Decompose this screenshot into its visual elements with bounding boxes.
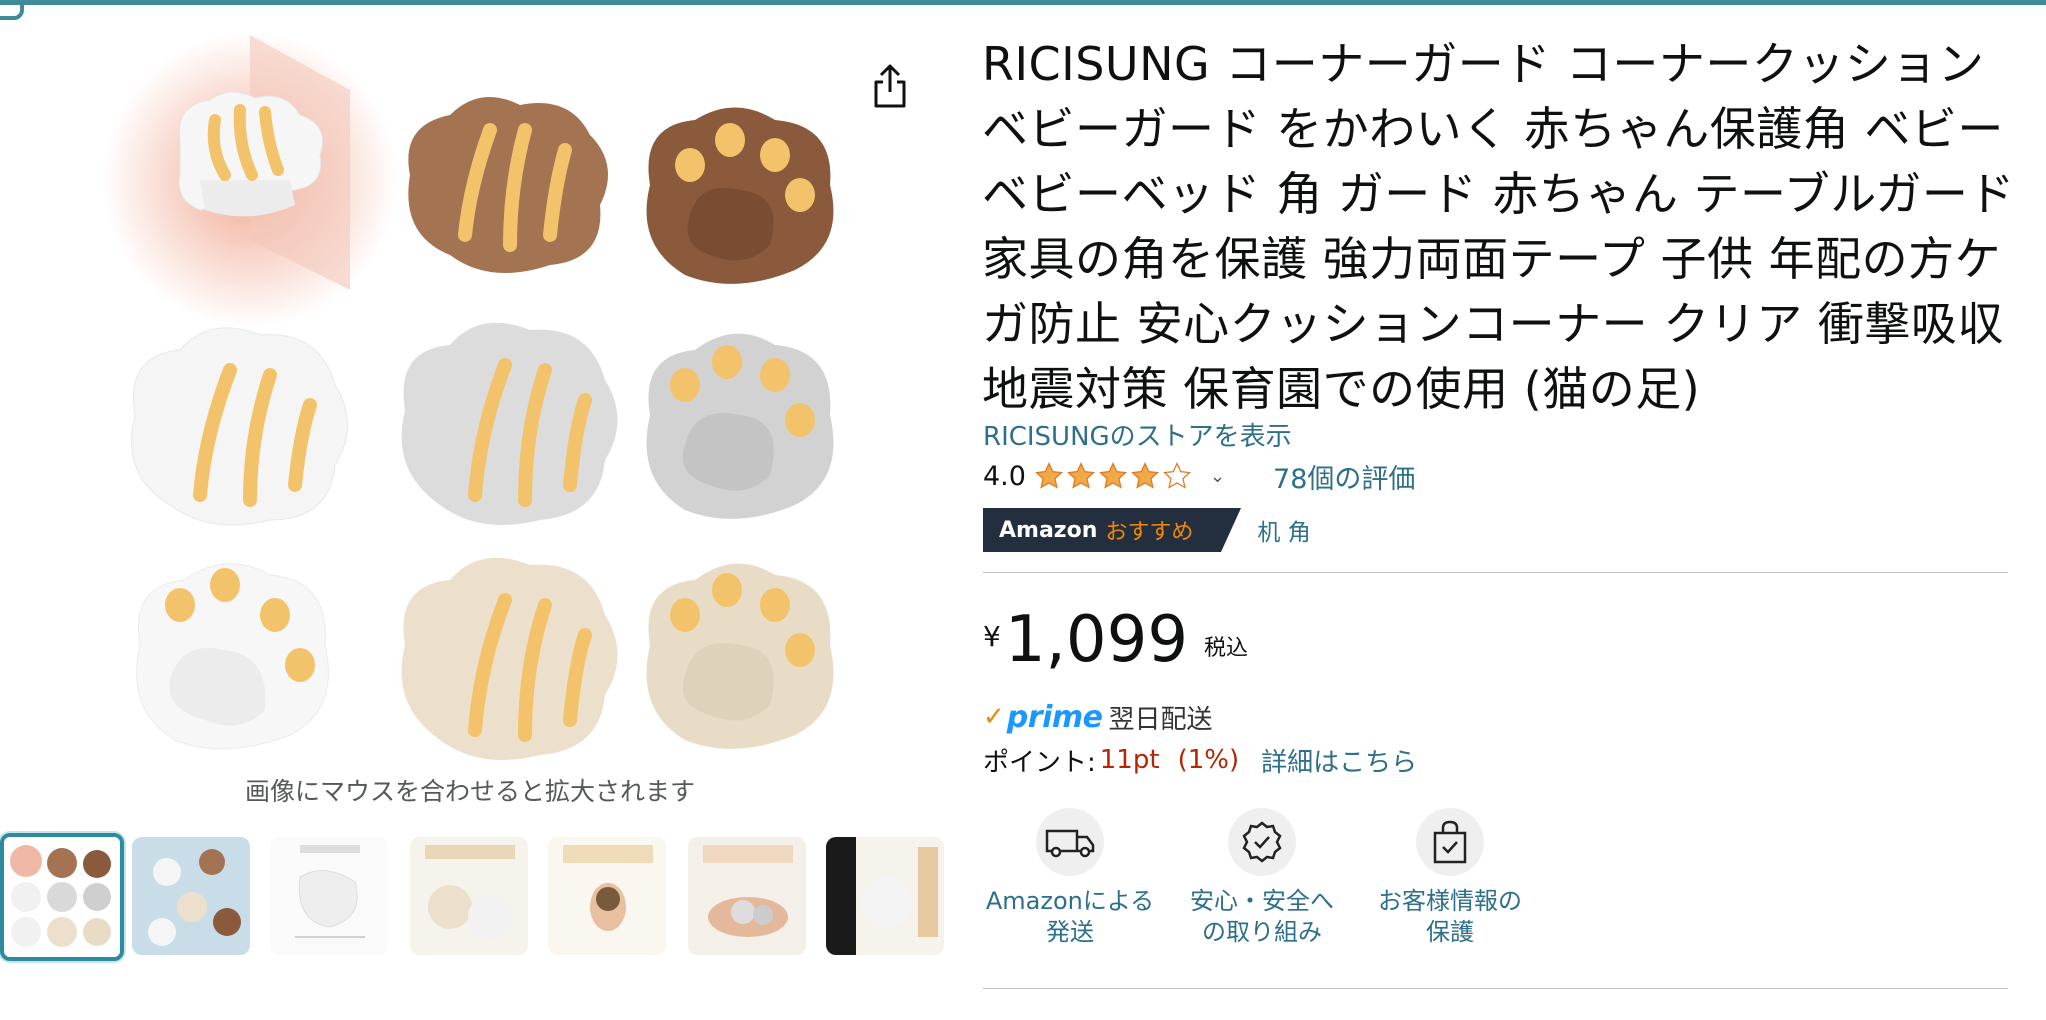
paw-brown-striped [408,97,608,273]
thumbnail-5[interactable] [548,837,666,955]
main-product-image[interactable] [100,30,860,760]
points-label: ポイント: [983,747,1096,778]
store-link[interactable]: RICISUNGのストアを表示 [983,416,1292,453]
product-title: RICISUNG コーナーガード コーナークッション ベビーガード をかわいく … [982,37,2015,416]
feature-amazon-shipping[interactable]: Amazonによる 発送 [970,808,1170,948]
star-full-icon [1067,462,1095,489]
rating-row: 4.0 ⌄ 78個の評価 [983,456,1415,496]
star-full-icon [1131,462,1159,489]
divider [983,572,2008,573]
divider [983,988,2008,989]
image-hover-hint: 画像にマウスを合わせると拡大されます [244,777,695,806]
prime-logo: prime [1006,699,1103,735]
thumbnail-7[interactable] [826,837,944,955]
points-row: ポイント: 11pt (1%) 詳細はこちら [983,740,1417,780]
thumbnail-strip [0,833,950,961]
paw-white-striped-on-corner [178,91,323,217]
paw-grey-pads [646,333,834,519]
paw-beige-striped [401,557,618,760]
feature-label-line2: の取り組み [1202,918,1322,946]
thumbnail-4[interactable] [410,837,528,955]
feature-label-line2: 発送 [1046,918,1094,946]
star-full-icon [1099,462,1127,489]
safety-badge-icon [1228,808,1296,876]
paw-grey-striped [401,322,618,525]
amazon-choice-badge[interactable]: Amazon おすすめ [983,508,1242,552]
paw-beige-pads [646,563,834,749]
points-details-link[interactable]: 詳細はこちら [1261,742,1417,779]
star-full-icon [1035,462,1063,489]
rating-value: 4.0 [983,460,1026,492]
badge-prefix: Amazon [999,517,1098,543]
feature-label-line1: お客様情報の [1378,887,1522,915]
thumbnail-3[interactable] [270,837,388,955]
feature-label-line1: Amazonによる [985,887,1155,915]
tax-label: 税込 [1204,636,1249,661]
share-icon[interactable] [870,62,910,110]
price-amount: 1,099 [1004,603,1189,677]
feature-label-line2: 保護 [1426,918,1474,946]
badge-accent: おすすめ [1105,520,1194,545]
thumbnail-2[interactable] [132,837,250,955]
currency-symbol: ¥ [983,620,1001,653]
feature-privacy[interactable]: お客様情報の 保護 [1350,808,1550,948]
badge-keyword-link[interactable]: 机 角 [1257,513,1310,547]
paw-white-pads [136,563,329,750]
delivery-van-icon [1036,808,1104,876]
feature-label-line1: 安心・安全へ [1190,887,1334,915]
secure-bag-icon [1416,808,1484,876]
amazon-choice-row: Amazon おすすめ 机 角 [983,508,1311,552]
prime-row: ✓ prime 翌日配送 [983,697,1212,737]
feature-safety[interactable]: 安心・安全へ の取り組み [1162,808,1362,948]
thumbnail-6[interactable] [688,837,806,955]
price-block: ¥ 1,099 税込 [983,600,1248,680]
star-rating[interactable] [1034,461,1192,491]
points-percent: (1%) [1177,745,1240,775]
thumbnail-1[interactable] [0,833,124,961]
chevron-down-icon[interactable]: ⌄ [1210,466,1225,487]
paw-brown-pads [646,107,834,284]
delivery-label: 翌日配送 [1108,704,1213,735]
top-accent-bar [0,0,2046,20]
reviews-count-link[interactable]: 78個の評価 [1273,457,1415,496]
paw-white-striped [131,327,348,526]
star-empty-icon [1163,462,1191,489]
prime-check-icon: ✓ [983,702,1005,732]
points-value: 11pt [1099,745,1160,775]
